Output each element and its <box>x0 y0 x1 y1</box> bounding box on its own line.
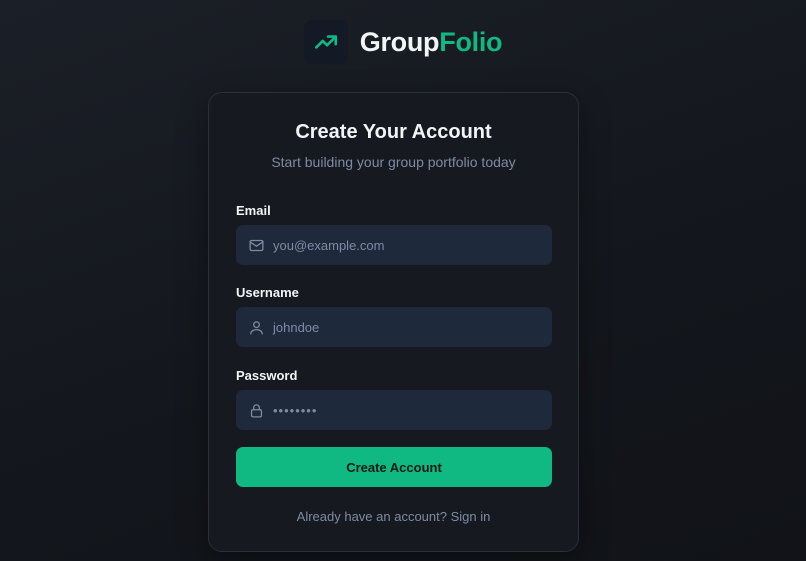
password-field[interactable]: •••••••• <box>236 390 552 430</box>
email-label: Email <box>236 203 271 218</box>
mail-icon <box>246 235 266 255</box>
email-field[interactable]: you@example.com <box>236 225 552 265</box>
username-field[interactable]: johndoe <box>236 307 552 347</box>
lock-icon <box>246 400 266 420</box>
trending-up-icon <box>303 20 348 64</box>
password-placeholder: •••••••• <box>273 402 318 418</box>
user-icon <box>246 317 266 337</box>
card-subtitle: Start building your group portfolio toda… <box>271 154 516 170</box>
brand-name-part1: Group <box>359 26 440 57</box>
signup-card: Create Your Account Start building your … <box>208 92 579 552</box>
create-account-button[interactable]: Create Account <box>236 447 552 487</box>
card-title: Create Your Account <box>295 121 492 143</box>
brand-name: GroupFolio <box>359 26 503 58</box>
brand-name-part2: Folio <box>439 26 503 57</box>
signin-link[interactable]: Already have an account? Sign in <box>209 509 578 524</box>
brand-header: GroupFolio <box>0 20 806 64</box>
username-label: Username <box>236 285 299 300</box>
username-placeholder: johndoe <box>273 319 320 335</box>
email-placeholder: you@example.com <box>273 237 385 253</box>
password-label: Password <box>236 368 298 383</box>
